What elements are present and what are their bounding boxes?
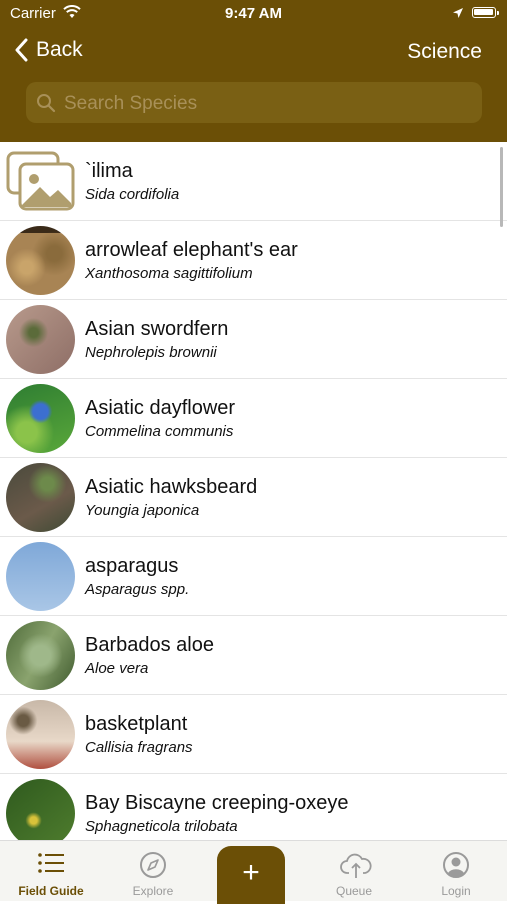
common-name: Bay Biscayne creeping-oxeye (85, 792, 349, 814)
scientific-name: Nephrolepis brownii (85, 344, 217, 361)
tab-label: Explore (132, 884, 174, 898)
tab-explore[interactable]: Explore (108, 841, 198, 901)
tab-label: Queue (335, 884, 373, 898)
back-button[interactable]: Back (14, 38, 83, 62)
common-name: Asiatic hawksbeard (85, 476, 258, 498)
plus-icon: + (242, 856, 260, 889)
list-item[interactable]: `ilima Sida cordifolia (0, 142, 507, 221)
scientific-name: Sida cordifolia (85, 186, 180, 203)
list-item[interactable]: Asian swordfern Nephrolepis brownii (0, 300, 507, 379)
list-item[interactable]: Asiatic dayflower Commelina communis (0, 379, 507, 458)
scientific-name: Sphagneticola trilobata (85, 818, 238, 835)
scrollbar[interactable] (500, 147, 503, 227)
back-label: Back (36, 38, 83, 61)
list-item[interactable]: Asiatic hawksbeard Youngia japonica (0, 458, 507, 537)
species-photo (6, 621, 75, 690)
placeholder-image-icon (6, 147, 75, 216)
location-arrow-icon (452, 6, 464, 24)
species-photo (6, 779, 75, 840)
tab-queue[interactable]: Queue (309, 841, 399, 901)
scientific-name: Callisia fragrans (85, 739, 193, 756)
scientific-name: Aloe vera (85, 660, 149, 677)
battery-icon (472, 7, 499, 18)
common-name: arrowleaf elephant's ear (85, 239, 298, 261)
common-name: `ilima (85, 160, 133, 182)
tab-label: Login (441, 884, 471, 898)
list-icon (38, 853, 64, 873)
common-name: Asiatic dayflower (85, 397, 236, 419)
chevron-left-icon (15, 38, 28, 62)
species-photo (6, 463, 75, 532)
list-item[interactable]: basketplant Callisia fragrans (0, 695, 507, 774)
compass-icon (140, 852, 166, 878)
status-time: 9:47 AM (225, 5, 282, 22)
app-header: Carrier 9:47 AM Back Science (0, 0, 507, 142)
tab-field-guide[interactable]: Field Guide (6, 841, 96, 901)
scientific-name: Youngia japonica (85, 502, 200, 519)
species-photo (6, 305, 75, 374)
list-item[interactable]: Bay Biscayne creeping-oxeye Sphagneticol… (0, 774, 507, 840)
search-icon (37, 94, 56, 113)
list-item[interactable]: asparagus Asparagus spp. (0, 537, 507, 616)
status-bar: Carrier 9:47 AM (0, 0, 507, 28)
scientific-name: Xanthosoma sagittifolium (85, 265, 253, 282)
scientific-name: Asparagus spp. (85, 581, 190, 598)
search-input[interactable] (62, 82, 466, 125)
list-item[interactable]: arrowleaf elephant's ear Xanthosoma sagi… (0, 221, 507, 300)
scientific-name: Commelina communis (85, 423, 234, 440)
cloud-upload-icon (340, 853, 372, 878)
common-name: Barbados aloe (85, 634, 214, 656)
tab-login[interactable]: Login (411, 841, 501, 901)
add-observation-button[interactable]: + (217, 846, 285, 904)
species-photo (6, 384, 75, 453)
species-photo (6, 542, 75, 611)
species-photo (6, 700, 75, 769)
search-bar[interactable] (26, 82, 482, 125)
science-button[interactable]: Science (407, 40, 482, 64)
species-list[interactable]: `ilima Sida cordifolia arrowleaf elephan… (0, 142, 507, 840)
common-name: asparagus (85, 555, 179, 577)
species-photo (6, 226, 75, 295)
list-item[interactable]: Barbados aloe Aloe vera (0, 616, 507, 695)
common-name: Asian swordfern (85, 318, 229, 340)
person-circle-icon (443, 852, 469, 878)
common-name: basketplant (85, 713, 188, 735)
tab-label: Field Guide (18, 884, 84, 898)
